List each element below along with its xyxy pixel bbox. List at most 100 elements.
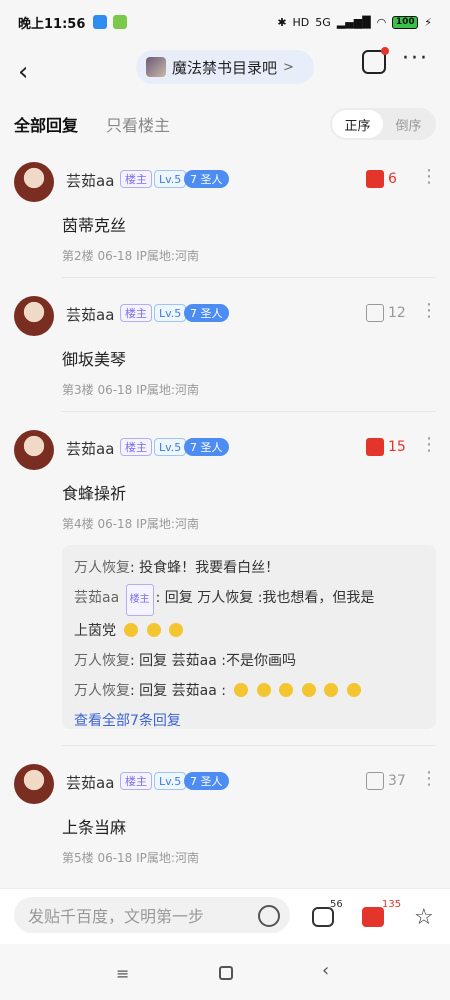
network-label: 5G — [315, 15, 331, 29]
hd-label: HD — [292, 15, 310, 29]
post-meta: 第3楼 06-18 IP属地:河南 — [62, 383, 199, 397]
chevron-right-icon: > — [283, 59, 294, 75]
thumb-up-icon — [366, 170, 384, 188]
avatar[interactable] — [14, 296, 54, 336]
comment-count: 56 — [330, 899, 343, 910]
divider — [62, 745, 436, 746]
saint-badge: 7 圣人 — [184, 438, 229, 456]
username[interactable]: 芸茹aa — [66, 170, 114, 191]
divider — [62, 277, 436, 278]
top-nav: ‹ 魔法禁书目录吧 > ··· — [0, 44, 450, 100]
host-badge: 楼主 — [120, 772, 152, 790]
comment-icon[interactable] — [312, 907, 334, 927]
system-nav-bar: ≡ ‹ — [0, 944, 450, 1000]
reply-text: : 投食蜂！我要看白丝！ — [130, 560, 280, 576]
sub-reply[interactable]: 万人恢复: 回复 芸茹aa :不是你画吗 — [74, 646, 424, 676]
wechat-notification-icon — [113, 15, 128, 29]
reply-author: 芸茹aa — [74, 590, 120, 606]
more-vertical-icon[interactable]: ⋮ — [420, 434, 438, 455]
emoji-icon — [124, 623, 139, 637]
emoji-icon — [146, 623, 161, 637]
emoji-icon — [256, 683, 271, 697]
recent-apps-icon[interactable]: ≡ — [116, 964, 129, 983]
reply-text: : 回复 万人恢复 :我也想看，但我是 — [155, 590, 375, 606]
username[interactable]: 芸茹aa — [66, 438, 114, 459]
signal-icon: ▂▄▆█ — [336, 15, 371, 29]
host-badge: 楼主 — [120, 304, 152, 322]
emoji-icon — [346, 683, 361, 697]
avatar[interactable] — [14, 430, 54, 470]
username[interactable]: 芸茹aa — [66, 772, 114, 793]
forum-avatar — [146, 57, 166, 77]
reply-input[interactable]: 发贴千百度，文明第一步 — [14, 897, 290, 933]
avatar[interactable] — [14, 162, 54, 202]
emoji-icon — [324, 683, 339, 697]
host-badge: 楼主 — [120, 438, 152, 456]
tab-host-only[interactable]: 只看楼主 — [106, 112, 170, 136]
sort-desc[interactable]: 倒序 — [383, 110, 434, 138]
emoji-picker-icon[interactable] — [258, 905, 280, 927]
sub-reply[interactable]: 万人恢复: 投食蜂！我要看白丝！ — [74, 553, 424, 583]
like-button[interactable]: 37 — [366, 772, 406, 790]
sub-replies: 万人恢复: 投食蜂！我要看白丝！ 芸茹aa 楼主: 回复 万人恢复 :我也想看，… — [62, 545, 436, 729]
tab-all-replies[interactable]: 全部回复 — [14, 112, 78, 136]
reply-text: : 回复 芸茹aa : — [130, 683, 226, 699]
reply-author: 万人恢复 — [74, 560, 130, 576]
emoji-icon — [301, 683, 316, 697]
sub-reply[interactable]: 万人恢复: 回复 芸茹aa : — [74, 676, 424, 706]
level-badge: Lv.5 — [154, 170, 187, 188]
saint-badge: 7 圣人 — [184, 304, 229, 322]
sub-reply[interactable]: 芸茹aa 楼主: 回复 万人恢复 :我也想看，但我是 — [74, 583, 424, 616]
post-meta: 第2楼 06-18 IP属地:河南 — [62, 249, 199, 263]
divider — [62, 411, 436, 412]
view-all-replies-link[interactable]: 查看全部7条回复 — [74, 706, 424, 736]
emoji-icon — [169, 623, 184, 637]
saint-badge: 7 圣人 — [184, 772, 229, 790]
system-back-icon[interactable]: ‹ — [322, 960, 329, 981]
like-count: 6 — [388, 171, 397, 187]
username[interactable]: 芸茹aa — [66, 304, 114, 325]
sub-reply-continued: 上茵党 — [74, 616, 424, 646]
reply-author: 万人恢复 — [74, 683, 130, 699]
thumb-up-icon[interactable] — [362, 907, 384, 927]
like-button[interactable]: 15 — [366, 438, 406, 456]
reply-text: 上茵党 — [74, 623, 116, 639]
more-vertical-icon[interactable]: ⋮ — [420, 768, 438, 789]
post-meta: 第5楼 06-18 IP属地:河南 — [62, 851, 199, 865]
forum-name: 魔法禁书目录吧 — [172, 58, 278, 77]
more-vertical-icon[interactable]: ⋮ — [420, 166, 438, 187]
like-button[interactable]: 12 — [366, 304, 406, 322]
like-button[interactable]: 6 — [366, 170, 397, 188]
app-notification-icon — [93, 15, 108, 29]
battery-icon: 100 — [392, 15, 419, 29]
post-content: 茵蒂克丝 — [62, 216, 127, 235]
avatar[interactable] — [14, 764, 54, 804]
level-badge: Lv.5 — [154, 772, 187, 790]
emoji-icon — [234, 683, 249, 697]
post-content: 御坂美琴 — [62, 350, 127, 369]
star-icon[interactable]: ☆ — [414, 905, 434, 930]
thumb-up-icon — [366, 438, 384, 456]
level-badge: Lv.5 — [154, 304, 187, 322]
reply-author: 万人恢复 — [74, 653, 130, 669]
edit-icon[interactable] — [362, 47, 389, 74]
reply-text: : 回复 芸茹aa :不是你画吗 — [130, 653, 296, 669]
back-button[interactable]: ‹ — [18, 58, 40, 86]
sort-asc[interactable]: 正序 — [332, 110, 383, 138]
home-icon[interactable] — [219, 966, 233, 980]
thumb-up-icon — [366, 304, 384, 322]
post-content: 上条当麻 — [62, 818, 127, 837]
saint-badge: 7 圣人 — [184, 170, 229, 188]
more-icon[interactable]: ··· — [402, 46, 429, 71]
status-time: 晚上11:56 — [18, 16, 86, 32]
sort-toggle: 正序 倒序 — [330, 108, 436, 140]
more-vertical-icon[interactable]: ⋮ — [420, 300, 438, 321]
thumb-up-icon — [366, 772, 384, 790]
forum-pill[interactable]: 魔法禁书目录吧 > — [136, 50, 314, 84]
reply-tabs: 全部回复 只看楼主 正序 倒序 — [0, 100, 450, 148]
post-content: 食蜂操祈 — [62, 484, 127, 503]
post-meta: 第4楼 06-18 IP属地:河南 — [62, 517, 199, 531]
host-badge: 楼主 — [125, 584, 154, 616]
like-count: 15 — [388, 439, 406, 455]
status-bar: 晚上11:56 ✱ HD 5G ▂▄▆█ ◠ 100 ⚡ — [0, 0, 450, 44]
